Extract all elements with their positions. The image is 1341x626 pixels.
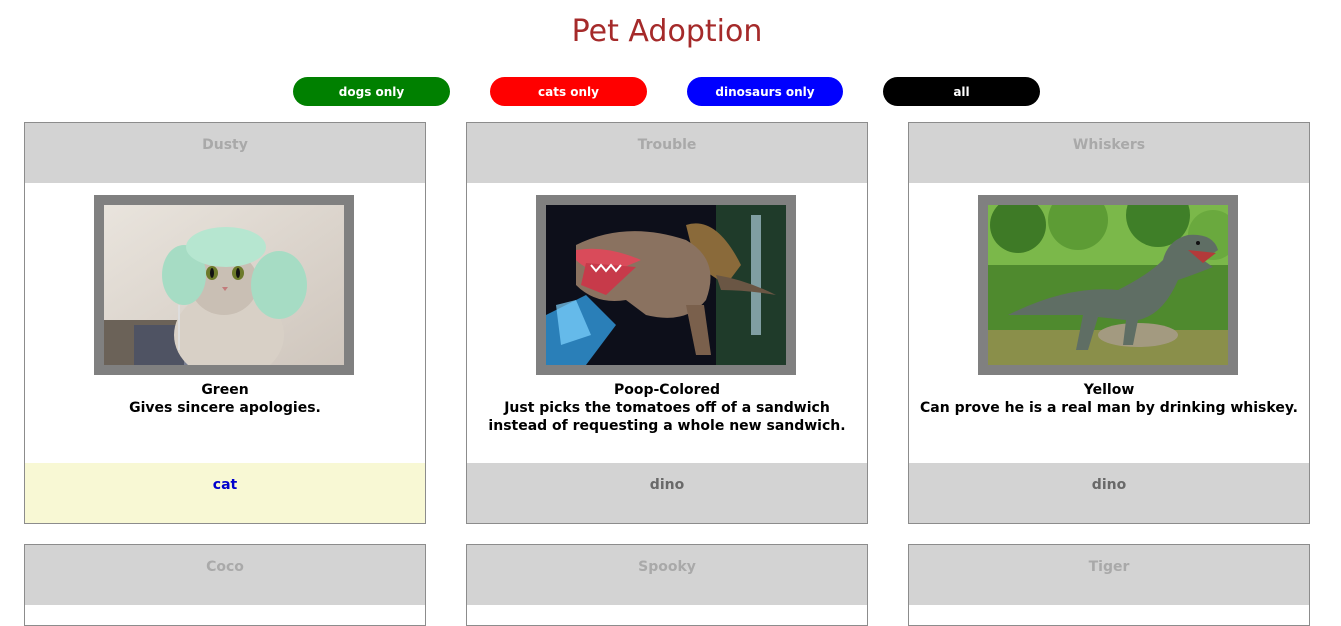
pet-color: Green [201,382,249,398]
pet-card-whiskers: Whiskers Yellow Can prove he is a real m… [908,122,1310,524]
pet-card-body [467,605,867,625]
pet-name: Spooky [467,545,867,605]
pet-color: Poop-Colored [613,382,721,398]
pet-card-spooky: Spooky [466,544,868,626]
pet-card-body: Yellow Can prove he is a real man by dri… [909,183,1309,463]
pet-card-body [909,605,1309,625]
pet-name: Trouble [467,123,867,183]
pet-card-body: Poop-Colored Just picks the tomatoes off… [467,183,867,463]
pet-type: cat [25,463,425,523]
pet-card-dusty: Dusty Green Gives sincere apologies. cat [24,122,426,524]
pet-name: Tiger [909,545,1309,605]
pet-card-tiger: Tiger [908,544,1310,626]
cat-photo-image [104,205,344,365]
dino-photo-image [988,205,1228,365]
cats-only-button[interactable]: cats only [490,77,647,106]
dinosaurs-only-button[interactable]: dinosaurs only [687,77,843,106]
pet-card-coco: Coco [24,544,426,626]
pet-name: Coco [25,545,425,605]
pet-description: Gives sincere apologies. [129,400,321,416]
pet-type: dino [909,463,1309,523]
pet-description: Just picks the tomatoes off of a sandwic… [488,400,846,434]
pet-card-body: Green Gives sincere apologies. [25,183,425,463]
pet-card-trouble: Trouble Poop-Colored Just picks the toma… [466,122,868,524]
pet-card-body [25,605,425,625]
page-title: Pet Adoption [571,14,763,49]
dogs-only-button[interactable]: dogs only [293,77,450,106]
dino-photo-image [546,205,786,365]
pet-photo [536,195,796,375]
all-button[interactable]: all [883,77,1040,106]
pet-photo [94,195,354,375]
pet-name: Whiskers [909,123,1309,183]
pet-photo [978,195,1238,375]
pet-type: dino [467,463,867,523]
pet-color: Yellow [1083,382,1135,398]
pet-description: Can prove he is a real man by drinking w… [920,400,1298,416]
pet-name: Dusty [25,123,425,183]
